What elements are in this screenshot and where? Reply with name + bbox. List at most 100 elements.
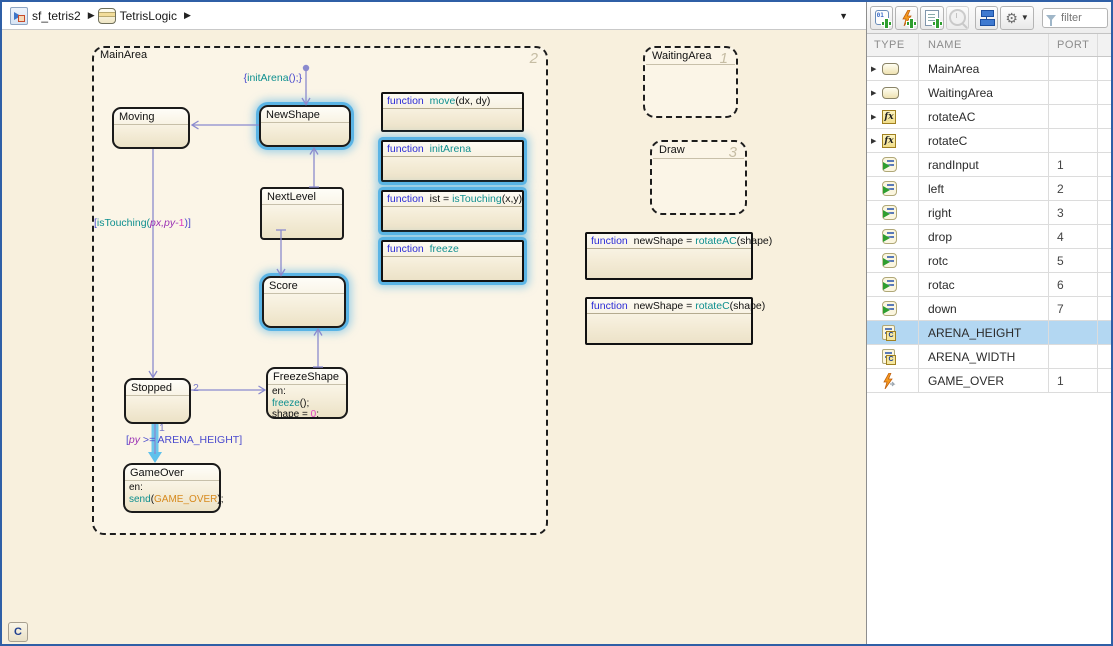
symbol-port [1049, 81, 1098, 104]
symbol-name: GAME_OVER [919, 369, 1049, 392]
state-waitingarea[interactable]: WaitingArea 1 [643, 46, 738, 118]
plus-icon [907, 19, 916, 28]
chart-canvas[interactable]: MainArea 2 WaitingArea 1 Draw 3 Moving N… [2, 30, 866, 644]
table-row[interactable]: ▶ WaitingArea [867, 81, 1111, 105]
symbol-port [1049, 129, 1098, 152]
expand-icon[interactable]: ▶ [871, 65, 880, 73]
symbol-port: 1 [1049, 153, 1098, 176]
symbol-port: 2 [1049, 177, 1098, 200]
hierarchy-icon [979, 10, 995, 25]
table-row[interactable]: right 3 [867, 201, 1111, 225]
symbol-port [1049, 105, 1098, 128]
breadcrumb-item-model[interactable]: sf_tetris2 [32, 9, 81, 23]
filter-box[interactable] [1042, 8, 1108, 28]
input-data-type-icon [882, 253, 897, 268]
table-row[interactable]: ▶ rotateAC [867, 105, 1111, 129]
settings-menu-button[interactable]: ⚙▼ [1000, 6, 1034, 30]
input-data-type-icon [882, 205, 897, 220]
state-title: GameOver [125, 465, 219, 481]
transition-order-1: 1 [159, 422, 165, 434]
state-freezeshape[interactable]: FreezeShape en:freeze();shape = 0; [266, 367, 348, 419]
symbol-name: randInput [919, 153, 1049, 176]
constant-data-type-icon [882, 349, 895, 364]
function-type-icon [882, 110, 896, 124]
symbol-name: rotateC [919, 129, 1049, 152]
state-title: Score [264, 278, 344, 294]
gear-icon: ⚙ [1005, 11, 1018, 25]
table-row-selected[interactable]: ARENA_HEIGHT [867, 321, 1111, 345]
table-row[interactable]: drop 4 [867, 225, 1111, 249]
expand-icon[interactable]: ▶ [871, 89, 880, 97]
table-row[interactable]: rotc 5 [867, 249, 1111, 273]
state-title: NewShape [261, 107, 349, 123]
table-row[interactable]: left 2 [867, 177, 1111, 201]
breadcrumb: sf_tetris2 ▶ TetrisLogic ▶ ▼ [2, 2, 866, 30]
simulink-model-icon [10, 7, 28, 25]
breadcrumb-item-chart[interactable]: TetrisLogic [120, 9, 177, 23]
symbol-name: ARENA_WIDTH [919, 345, 1049, 368]
breadcrumb-dropdown-icon[interactable]: ▼ [839, 11, 848, 21]
symbol-name: MainArea [919, 57, 1049, 80]
transition-order-2: 2 [193, 382, 199, 394]
chevron-down-icon: ▼ [1021, 13, 1029, 22]
state-gameover[interactable]: GameOver en:send(GAME_OVER); [123, 463, 221, 513]
state-actions: en:freeze();shape = 0; [268, 385, 346, 422]
column-header-port[interactable]: PORT [1049, 34, 1098, 56]
input-data-type-icon [882, 301, 897, 316]
view-hierarchy-button[interactable] [975, 6, 998, 30]
table-row[interactable]: ▶ MainArea [867, 57, 1111, 81]
transition-label-istouching[interactable]: [isTouching(px,py-1)] [94, 217, 191, 229]
state-draw[interactable]: Draw 3 [650, 140, 747, 215]
symbol-port: 5 [1049, 249, 1098, 272]
transition-label-initarena[interactable]: {initArena();} [210, 72, 302, 84]
breadcrumb-arrow-icon[interactable]: ▶ [88, 10, 95, 21]
table-row[interactable]: randInput 1 [867, 153, 1111, 177]
column-header-name[interactable]: NAME [919, 34, 1049, 56]
state-nextlevel[interactable]: NextLevel [260, 187, 344, 240]
table-row[interactable]: rotac 6 [867, 273, 1111, 297]
table-row[interactable]: ▶ rotateC [867, 129, 1111, 153]
transition-label-gameover-condition[interactable]: [py >= ARENA_HEIGHT] [126, 434, 242, 446]
plus-icon [933, 19, 942, 28]
stateflow-editor-window: sf_tetris2 ▶ TetrisLogic ▶ ▼ MainArea 2 … [0, 0, 1113, 646]
state-moving[interactable]: Moving [112, 107, 190, 149]
function-signature: function newShape = rotateAC(shape) [587, 234, 751, 249]
filter-funnel-icon [1046, 15, 1056, 21]
output-event-type-icon [882, 373, 896, 389]
action-language-badge[interactable]: C [8, 622, 28, 642]
breadcrumb-arrow-icon[interactable]: ▶ [184, 10, 191, 21]
table-row[interactable]: GAME_OVER 1 [867, 369, 1111, 393]
state-newshape[interactable]: NewShape [259, 105, 351, 147]
expand-icon[interactable]: ▶ [871, 137, 880, 145]
function-initarena[interactable]: function initArena [381, 140, 524, 182]
state-title: NextLevel [262, 189, 342, 205]
symbol-port: 7 [1049, 297, 1098, 320]
add-message-button[interactable] [920, 6, 943, 30]
function-freeze[interactable]: function freeze [381, 240, 524, 282]
filter-input[interactable] [1059, 11, 1107, 25]
state-stopped[interactable]: Stopped [124, 378, 191, 424]
state-type-icon [882, 87, 899, 99]
function-move[interactable]: function move(dx, dy) [381, 92, 524, 132]
state-title: Stopped [126, 380, 189, 396]
add-data-button[interactable]: 01 [870, 6, 893, 30]
canvas-pane: sf_tetris2 ▶ TetrisLogic ▶ ▼ MainArea 2 … [2, 2, 866, 644]
table-row[interactable]: down 7 [867, 297, 1111, 321]
function-rotatec[interactable]: function newShape = rotateC(shape) [585, 297, 753, 345]
symbol-name: rotc [919, 249, 1049, 272]
plus-icon [882, 19, 891, 28]
state-score[interactable]: Score [262, 276, 346, 328]
symbol-port: 4 [1049, 225, 1098, 248]
input-data-type-icon [882, 277, 897, 292]
input-data-type-icon [882, 229, 897, 244]
function-rotateac[interactable]: function newShape = rotateAC(shape) [585, 232, 753, 280]
state-type-icon [882, 63, 899, 75]
function-istouching[interactable]: function ist = isTouching(x,y) [381, 190, 524, 232]
table-row[interactable]: ARENA_WIDTH [867, 345, 1111, 369]
symbol-name: right [919, 201, 1049, 224]
expand-icon[interactable]: ▶ [871, 113, 880, 121]
column-header-type[interactable]: TYPE [867, 34, 919, 56]
state-actions: en:send(GAME_OVER); [125, 481, 219, 506]
symbol-name: ARENA_HEIGHT [919, 321, 1049, 344]
add-event-button[interactable] [895, 6, 918, 30]
